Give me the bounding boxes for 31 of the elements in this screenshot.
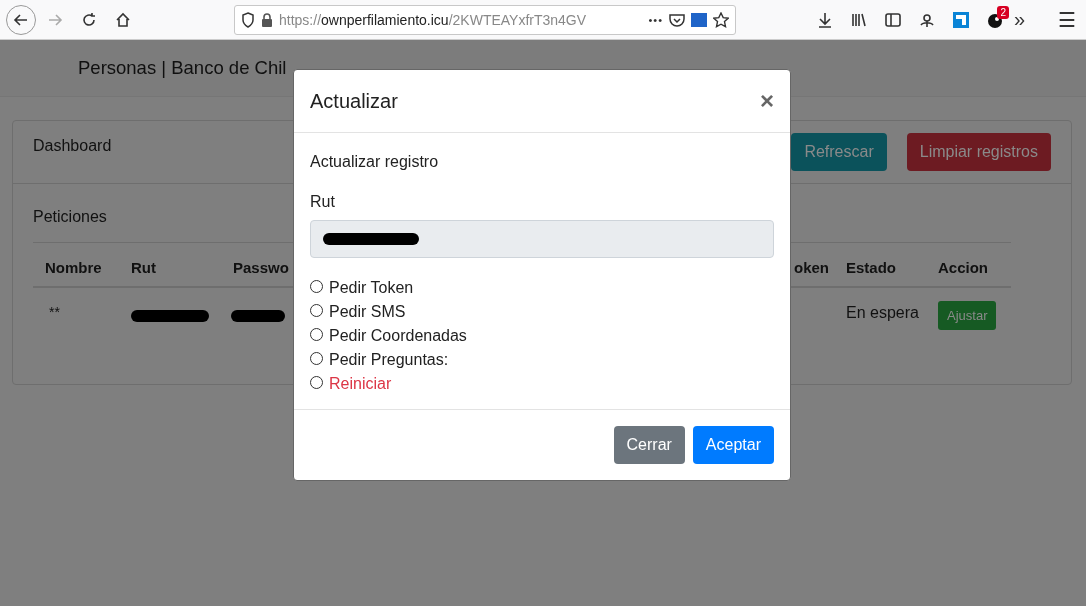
menu-icon[interactable]: ☰ bbox=[1058, 7, 1080, 32]
rut-field[interactable] bbox=[310, 220, 774, 258]
radio-option[interactable]: Reiniciar bbox=[310, 372, 774, 396]
brand-title[interactable]: Personas | Banco de Chil bbox=[78, 57, 287, 79]
column-header: Accion bbox=[926, 243, 1011, 288]
column-header: Estado bbox=[834, 243, 926, 288]
overflow-icon[interactable]: » bbox=[1014, 8, 1040, 31]
column-header: Rut bbox=[119, 243, 221, 288]
radio-option[interactable]: Pedir Coordenadas bbox=[310, 324, 774, 348]
star-icon[interactable] bbox=[713, 11, 729, 28]
table-cell: En espera bbox=[846, 304, 919, 322]
redaction-mark bbox=[231, 310, 285, 322]
lock-icon bbox=[261, 12, 273, 27]
pocket-icon[interactable] bbox=[669, 12, 685, 27]
notification-badge: 2 bbox=[997, 5, 1009, 19]
address-bar[interactable]: https://ownperfilamiento.icu/2KWTEAYxfrT3n4GV ••• bbox=[234, 4, 736, 35]
dialog-title: Actualizar bbox=[310, 89, 398, 113]
more-icon[interactable]: ••• bbox=[648, 13, 663, 26]
url-text: https://ownperfilamiento.icu/2KWTEAYxfrT3n4GV bbox=[279, 11, 588, 28]
radio-option[interactable]: Pedir SMS bbox=[310, 300, 774, 324]
accept-button[interactable]: Aceptar bbox=[692, 426, 774, 464]
field-label: Rut bbox=[310, 193, 336, 211]
shield-icon bbox=[241, 11, 255, 28]
card-title: Dashboard bbox=[33, 137, 113, 155]
table-cell: ** bbox=[49, 304, 60, 320]
radio-option[interactable]: Pedir Preguntas: bbox=[310, 348, 774, 372]
column-header: Nombre bbox=[33, 243, 119, 288]
close-button[interactable]: Cerrar bbox=[613, 426, 685, 464]
square-icon[interactable] bbox=[691, 12, 707, 27]
dialog-subtitle: Actualizar registro bbox=[310, 153, 440, 171]
close-button[interactable]: × bbox=[760, 87, 774, 115]
